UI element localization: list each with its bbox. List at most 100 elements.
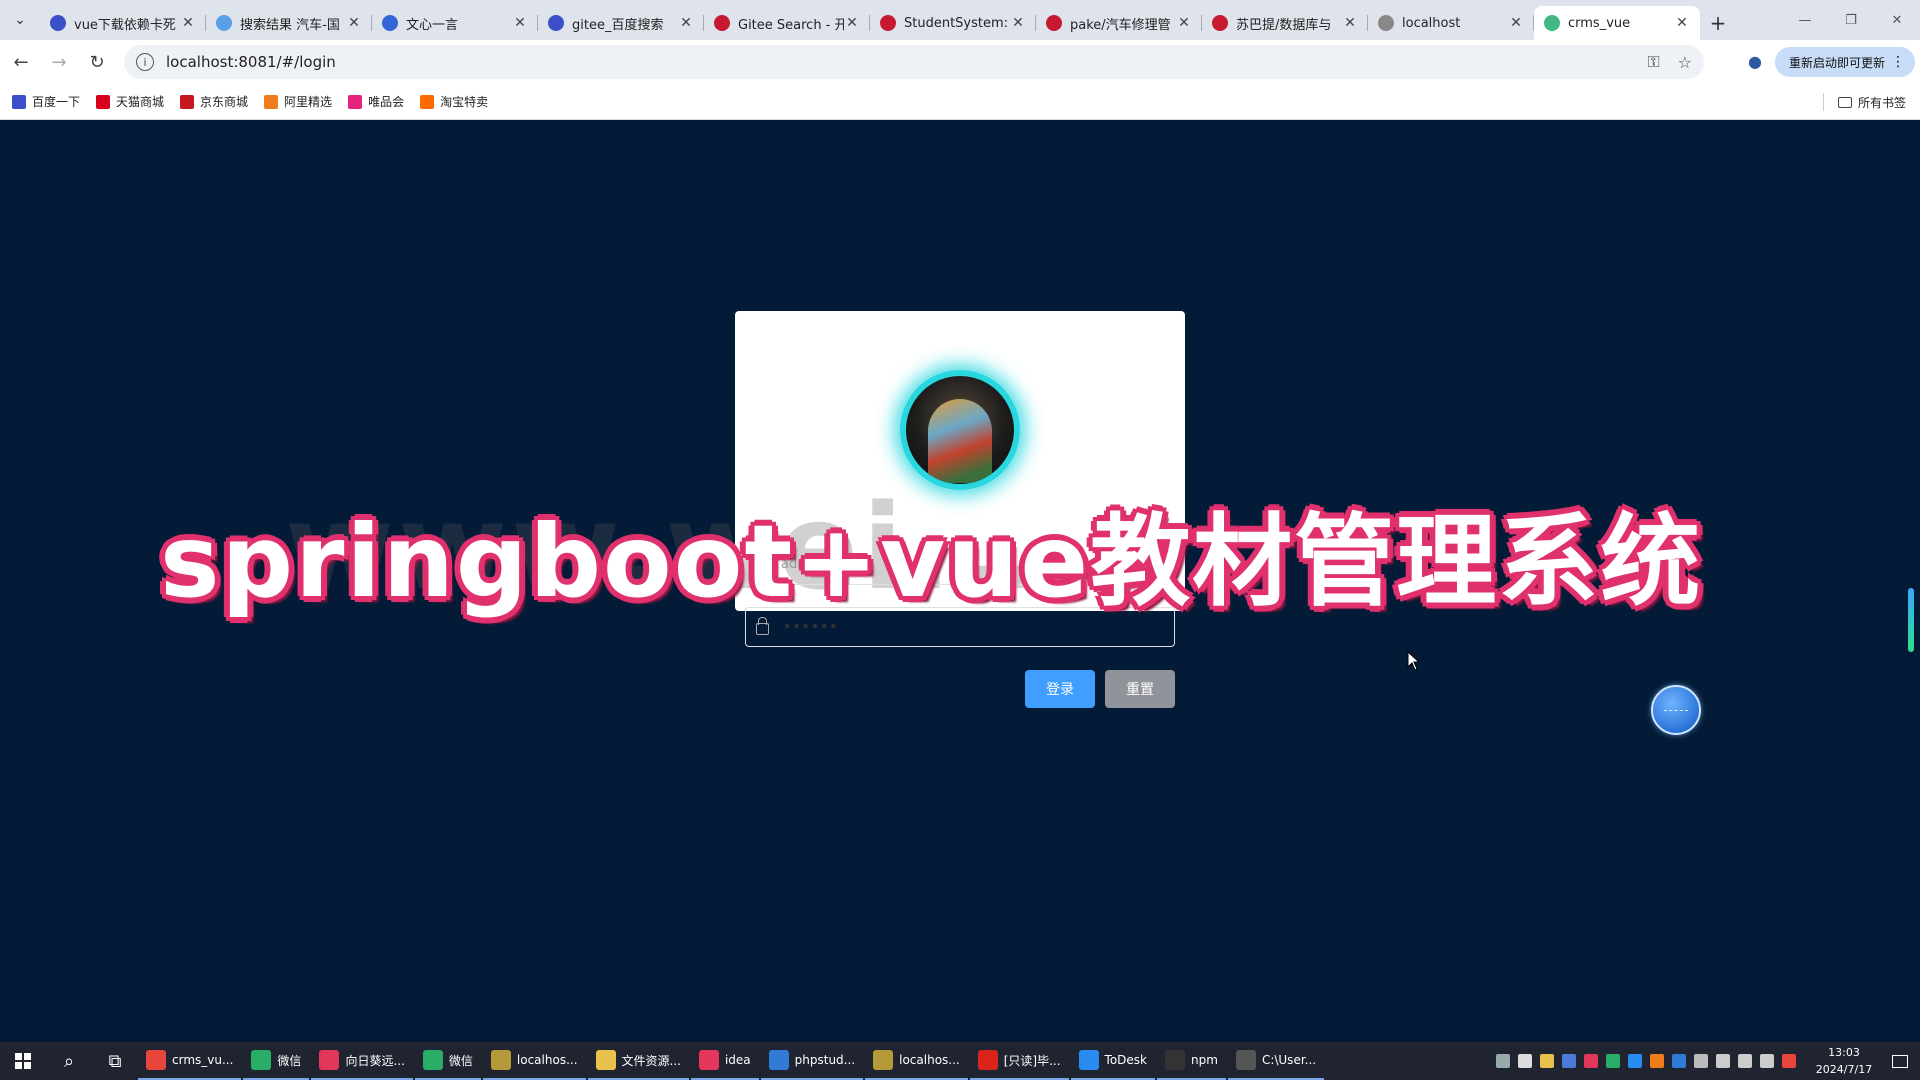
tray-icon[interactable]: [1650, 1054, 1664, 1068]
browser-tab[interactable]: 文心一言 ✕: [372, 6, 538, 40]
tab-close-icon[interactable]: ✕: [1010, 15, 1026, 31]
tab-title: StudentSystem:: [904, 15, 1009, 31]
taskbar-app[interactable]: [只读]毕...: [969, 1042, 1069, 1080]
address-bar[interactable]: i localhost:8081/#/login ⚿ ☆: [124, 45, 1704, 79]
browser-tab[interactable]: pake/汽车修理管 ✕: [1036, 6, 1202, 40]
windows-taskbar: ⌕ ⧉ crms_vu... 微信 向日葵远... 微信 localhos... 文件资源…: [0, 1042, 1920, 1080]
taskbar-app[interactable]: localhos...: [865, 1042, 968, 1080]
tray-icon[interactable]: [1540, 1054, 1554, 1068]
bookmark-item[interactable]: 唯品会: [348, 93, 404, 110]
taskbar-app[interactable]: 微信: [414, 1042, 481, 1080]
browser-tab[interactable]: 苏巴提/数据库与 ✕: [1202, 6, 1368, 40]
site-info-icon[interactable]: i: [136, 53, 154, 71]
profile-icon[interactable]: ●: [1740, 46, 1770, 76]
gitee-icon: [880, 15, 896, 31]
taskbar-app[interactable]: 微信: [243, 1042, 310, 1080]
folder-icon: [595, 1050, 616, 1070]
tab-close-icon[interactable]: ✕: [1176, 15, 1192, 31]
vue-icon: [1544, 15, 1560, 31]
tab-close-icon[interactable]: ✕: [512, 15, 528, 31]
browser-tab[interactable]: vue下载依赖卡死 ✕: [40, 6, 206, 40]
notification-icon[interactable]: [1880, 1042, 1920, 1080]
sogou-icon[interactable]: [1782, 1054, 1796, 1068]
tab-close-icon[interactable]: ✕: [678, 15, 694, 31]
browser-tab[interactable]: gitee_百度搜索 ✕: [538, 6, 704, 40]
taskbar-app[interactable]: 向日葵远...: [311, 1042, 413, 1080]
taskbar-app[interactable]: idea: [690, 1042, 759, 1080]
tray-icon[interactable]: [1562, 1054, 1576, 1068]
restore-icon[interactable]: ❐: [1828, 0, 1874, 40]
browser-tab[interactable]: localhost ✕: [1368, 6, 1534, 40]
taskbar-app[interactable]: phpstud...: [760, 1042, 864, 1080]
chrome-icon: [146, 1050, 166, 1070]
bookmark-item[interactable]: 天猫商城: [96, 93, 164, 110]
url-text[interactable]: localhost:8081/#/login: [166, 53, 336, 71]
tab-close-icon[interactable]: ✕: [1508, 15, 1524, 31]
browser-tab[interactable]: StudentSystem: ✕: [870, 6, 1036, 40]
taskbar-app[interactable]: 文件资源...: [587, 1042, 689, 1080]
task-view-icon[interactable]: ⧉: [92, 1042, 138, 1080]
tray-icon[interactable]: [1628, 1054, 1642, 1068]
minimize-icon[interactable]: —: [1782, 0, 1828, 40]
battery-icon[interactable]: [1694, 1054, 1708, 1068]
taskbar-app-label: crms_vu...: [172, 1053, 234, 1067]
tab-close-icon[interactable]: ✕: [180, 15, 196, 31]
volume-icon[interactable]: [1716, 1054, 1730, 1068]
password-key-icon[interactable]: ⚿: [1647, 52, 1659, 72]
browser-tab[interactable]: 搜索结果 汽车-国 ✕: [206, 6, 372, 40]
start-button[interactable]: [0, 1042, 46, 1080]
new-tab-button[interactable]: +: [1700, 6, 1736, 40]
tray-icon[interactable]: [1584, 1054, 1598, 1068]
taskbar-app[interactable]: crms_vu...: [138, 1042, 242, 1080]
tray-icon[interactable]: [1496, 1054, 1510, 1068]
tab-strip: vue下载依赖卡死 ✕ 搜索结果 汽车-国 ✕ 文心一言 ✕ gitee_百度搜索 ✕ Gite…: [40, 6, 1700, 40]
bookmark-item[interactable]: 百度一下: [12, 93, 80, 110]
network-icon[interactable]: [1738, 1054, 1752, 1068]
bookmark-item[interactable]: 淘宝特卖: [420, 93, 488, 110]
login-button[interactable]: 登录: [1025, 670, 1095, 708]
browser-tab[interactable]: crms_vue ✕: [1534, 6, 1700, 40]
tab-title: localhost: [1402, 15, 1461, 31]
reset-button[interactable]: 重置: [1105, 670, 1175, 708]
tab-close-icon[interactable]: ✕: [1342, 15, 1358, 31]
bookmark-item[interactable]: 京东商城: [180, 93, 248, 110]
bookmark-label: 百度一下: [32, 95, 81, 109]
taskbar-app-label: phpstud...: [794, 1053, 856, 1067]
ime-icon[interactable]: [1760, 1054, 1774, 1068]
tray-icon[interactable]: [1518, 1054, 1532, 1068]
address-bar-actions: ⚿ ☆: [1647, 45, 1692, 79]
todesk-icon: [1078, 1050, 1099, 1070]
floating-assistant-ball[interactable]: [1651, 685, 1701, 735]
browser-tab[interactable]: Gitee Search - 开 ✕: [704, 6, 870, 40]
update-button[interactable]: 重新启动即可更新 ⋮: [1775, 47, 1915, 77]
taskbar-app[interactable]: ToDesk: [1070, 1042, 1156, 1080]
reload-icon[interactable]: ↻: [80, 45, 114, 79]
idea-icon: [698, 1050, 719, 1070]
bookmark-item[interactable]: 阿里精选: [264, 93, 332, 110]
close-window-icon[interactable]: ✕: [1874, 0, 1920, 40]
tab-close-icon[interactable]: ✕: [844, 15, 860, 31]
all-bookmarks-button[interactable]: 所有书签: [1822, 84, 1906, 120]
tray-icon[interactable]: [1672, 1054, 1686, 1068]
side-scroll-indicator[interactable]: [1908, 588, 1914, 652]
taskbar-app-label: idea: [724, 1053, 751, 1067]
tab-close-icon[interactable]: ✕: [346, 15, 362, 31]
tab-title: gitee_百度搜索: [572, 17, 664, 33]
taskbar-app[interactable]: C:\User...: [1227, 1042, 1325, 1080]
taskbar-app-label: localhos...: [899, 1053, 960, 1067]
search-icon[interactable]: ⌕: [46, 1042, 92, 1080]
server-icon: [873, 1050, 894, 1070]
tab-search-chevron-icon[interactable]: ⌄: [0, 0, 40, 40]
more-menu-icon[interactable]: ⋮: [1891, 54, 1905, 70]
taskbar-app[interactable]: npm: [1157, 1042, 1226, 1080]
clock[interactable]: 13:03 2024/7/17: [1808, 1044, 1880, 1078]
tab-title: pake/汽车修理管: [1070, 17, 1171, 33]
tab-close-icon[interactable]: ✕: [1674, 15, 1690, 31]
forward-arrow-icon[interactable]: →: [42, 45, 76, 79]
tab-title: 文心一言: [406, 17, 459, 33]
taskbar-app[interactable]: localhos...: [482, 1042, 586, 1080]
back-arrow-icon[interactable]: ←: [4, 45, 38, 79]
tab-bar: ⌄ vue下载依赖卡死 ✕ 搜索结果 汽车-国 ✕ 文心一言 ✕ gitee_百度搜索 ✕ Gi…: [0, 0, 1920, 40]
tray-icon[interactable]: [1606, 1054, 1620, 1068]
bookmark-star-icon[interactable]: ☆: [1678, 53, 1692, 72]
